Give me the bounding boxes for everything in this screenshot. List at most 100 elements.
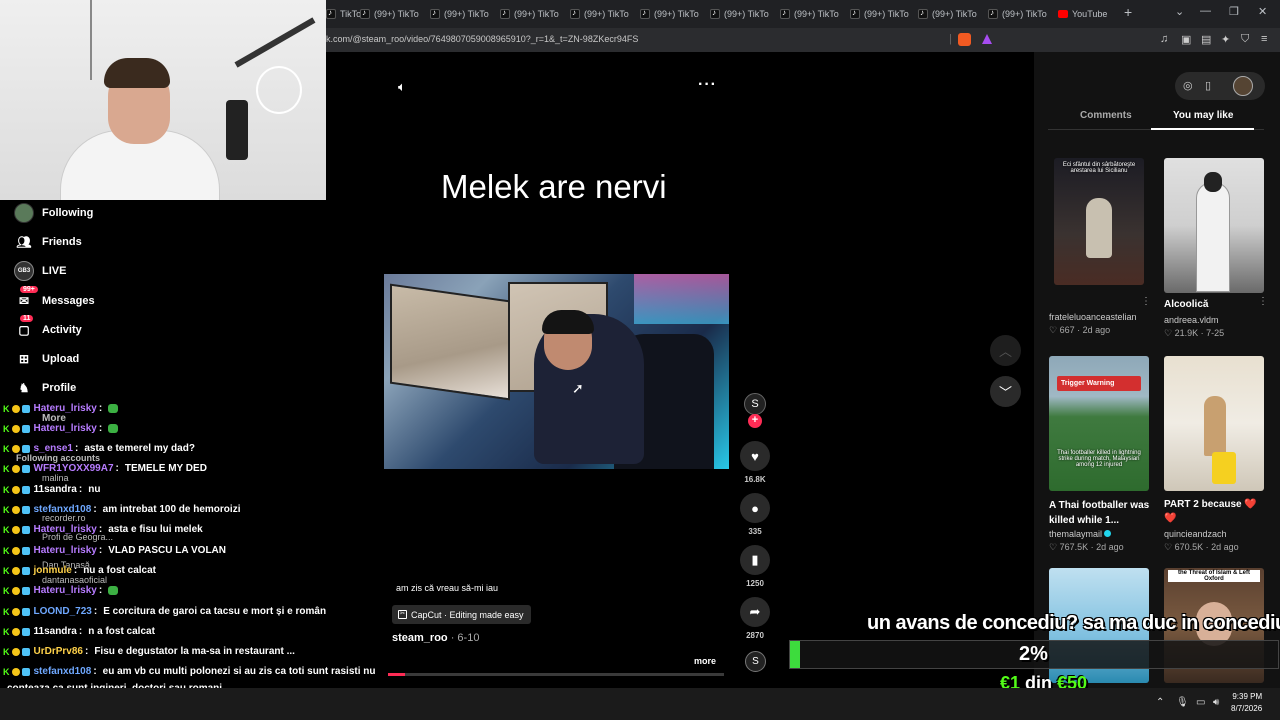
url-field[interactable]: k.com/@steam_roo/video/76498070590089659… (326, 34, 638, 44)
sidebar-icon[interactable]: ▣ (1181, 33, 1191, 46)
media-icon[interactable]: ♫ (1160, 33, 1168, 45)
following-account-item[interactable]: dantanasaoficial (42, 575, 107, 585)
more-link[interactable]: more (694, 656, 716, 666)
brave-rewards-icon[interactable] (982, 34, 992, 44)
activity-badge: 11 (20, 315, 34, 322)
card-author[interactable]: andreea.vldm (1164, 315, 1219, 325)
close-window-icon[interactable]: ✕ (1258, 5, 1267, 18)
minimize-icon[interactable]: — (1200, 5, 1211, 17)
card-author[interactable]: themalaymail (1049, 529, 1112, 539)
nav-activity[interactable]: ▢ 11 Activity (14, 315, 82, 341)
leo-icon[interactable]: ✦ (1221, 33, 1230, 46)
browser-tab[interactable]: (99+) TikTo (640, 3, 706, 25)
user-avatar[interactable] (1233, 76, 1253, 96)
card-options-icon[interactable]: ⋮ (1258, 296, 1268, 307)
card-options-icon[interactable]: ⋮ (1141, 296, 1151, 307)
chat-separator: : (98, 524, 103, 535)
browser-tab[interactable]: (99+) TikTo (988, 3, 1054, 25)
following-account-item[interactable]: malina (42, 473, 69, 483)
chat-username[interactable]: Hateru_lrisky (34, 545, 97, 556)
capcut-tag[interactable]: ✂ CapCut · Editing made easy (392, 605, 531, 624)
trigger-warning-badge: Trigger Warning (1057, 376, 1141, 391)
kick-badge-icon: K (3, 646, 10, 657)
chat-username[interactable]: stefanxd108 (34, 666, 92, 677)
nav-messages[interactable]: ✉ 99+ Messages (14, 286, 95, 312)
chat-username[interactable]: 11sandra (34, 626, 77, 637)
kick-badge-icon: K (3, 504, 10, 515)
share-icon[interactable]: ➦ (740, 597, 770, 627)
chat-username[interactable]: Hateru_lrisky (34, 403, 97, 414)
device-icon[interactable]: ▯ (1205, 79, 1211, 92)
brave-shield-icon[interactable] (958, 33, 971, 46)
bookmark-icon[interactable]: ▮ (740, 545, 770, 575)
tab-comments[interactable]: Comments (1080, 110, 1132, 121)
video-thumbnail[interactable] (1164, 158, 1264, 293)
chat-username[interactable]: Hateru_lrisky (34, 423, 97, 434)
heart-icon[interactable]: ♥ (740, 441, 770, 471)
nav-live[interactable]: GB3 LIVE (14, 260, 66, 282)
video-author[interactable]: steam_roo · 6-10 (392, 632, 479, 644)
restore-icon[interactable]: ❐ (1229, 5, 1239, 18)
wallet-icon[interactable]: ▤ (1201, 33, 1211, 46)
chat-username[interactable]: Hateru_lrisky (34, 585, 97, 596)
like-action[interactable]: ♥ 16.8K (740, 441, 770, 484)
chat-username[interactable]: jonmule (34, 565, 72, 576)
chat-username[interactable]: LOOND_723 (34, 606, 92, 617)
card-author[interactable]: frateleluoanceastelian (1049, 312, 1137, 322)
menu-icon[interactable]: ≡ (1261, 33, 1267, 45)
chevron-up-icon[interactable]: ⌃ (1156, 697, 1164, 708)
tab-you-may-like[interactable]: You may like (1173, 110, 1233, 121)
browser-tab[interactable]: (99+) TikTo (850, 3, 916, 25)
chat-username[interactable]: s_ense1 (34, 443, 73, 454)
creator-avatar[interactable]: S (744, 393, 766, 415)
video-title-text: Melek are nervi (441, 168, 667, 205)
volume-icon[interactable]: 🔈︎ (398, 79, 406, 95)
youtube-icon (1058, 10, 1068, 18)
vpn-icon[interactable]: ⛉ (1241, 33, 1249, 46)
taskbar-clock[interactable]: 9:39 PM 8/7/2026 (1231, 691, 1262, 715)
nav-friends[interactable]: 👥︎ Friends (14, 231, 81, 253)
video-thumbnail[interactable]: Trigger Warning Thai footballer killed i… (1049, 356, 1149, 491)
nav-upload[interactable]: ⊞ Upload (14, 348, 79, 370)
nav-following[interactable]: Following (14, 202, 93, 224)
chat-username[interactable]: UrDrPrv86 (34, 646, 83, 657)
card-title[interactable]: Alcoolică (1164, 299, 1208, 310)
browser-tab[interactable]: (99+) TikTo (710, 3, 776, 25)
previous-video-button[interactable]: ︿ (990, 335, 1021, 366)
browser-tab[interactable]: (99+) TikTo (780, 3, 846, 25)
browser-tab[interactable]: (99+) TikTo (360, 3, 426, 25)
browser-tab[interactable]: (99+) TikTo (918, 3, 984, 25)
compass-icon[interactable]: ◎ (1183, 79, 1193, 92)
card-title[interactable]: A Thai footballer was killed while 1... (1049, 498, 1153, 528)
chat-separator: : (78, 626, 83, 637)
video-player[interactable] (384, 274, 729, 469)
card-title[interactable]: PART 2 because ❤️❤️ (1164, 498, 1268, 526)
chat-username[interactable]: 11sandra (34, 484, 77, 495)
browser-tab[interactable]: (99+) TikTo (500, 3, 566, 25)
next-video-button[interactable]: ﹀ (990, 376, 1021, 407)
tab-search-icon[interactable]: ⌄ (1175, 5, 1184, 18)
video-progress-bar[interactable] (388, 673, 724, 676)
new-tab-button[interactable]: + (1124, 4, 1132, 20)
author-name[interactable]: steam_roo (392, 632, 448, 644)
music-disc-icon[interactable]: S (745, 651, 766, 672)
chat-username[interactable]: Hateru_lrisky (34, 524, 97, 535)
share-action[interactable]: ➦ 2870 (740, 597, 770, 640)
card-author[interactable]: quincieandzach (1164, 529, 1227, 539)
follow-plus-icon[interactable]: + (748, 414, 762, 428)
video-thumbnail[interactable] (1164, 356, 1264, 491)
comment-action[interactable]: ● 335 (740, 493, 770, 536)
video-thumbnail[interactable]: Eci sfântul din sârbătoreşte arestarea l… (1054, 158, 1144, 285)
nav-profile[interactable]: ♞ Profile (14, 377, 77, 399)
browser-tab[interactable]: (99+) TikTo (430, 3, 496, 25)
speaker-icon[interactable]: 🔊︎ (1213, 697, 1219, 708)
microphone-icon[interactable]: 🎙︎ (1176, 697, 1189, 708)
tab-youtube[interactable]: YouTube (1058, 3, 1118, 25)
network-icon[interactable]: ▭ (1196, 697, 1205, 708)
save-action[interactable]: ▮ 1250 (740, 545, 770, 588)
browser-tab[interactable]: (99+) TikTo (570, 3, 636, 25)
comment-icon[interactable]: ● (740, 493, 770, 523)
chat-username[interactable]: stefanxd108 (34, 504, 92, 515)
more-options-icon[interactable]: ··· (698, 76, 717, 94)
chat-username[interactable]: WFR1YOXX99A7 (34, 463, 114, 474)
